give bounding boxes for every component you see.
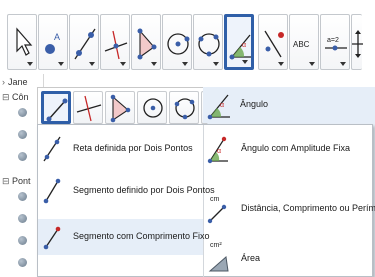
menu-item-label: Segmento com Comprimento Fixo <box>73 231 210 241</box>
point-tool-button[interactable]: A <box>38 14 68 70</box>
perpendicular-icon <box>76 95 102 122</box>
chevron-down-icon <box>309 62 315 66</box>
object-dot-icon[interactable] <box>18 130 27 139</box>
circle-tool-button[interactable] <box>137 91 167 124</box>
text-icon: ABC <box>293 40 310 49</box>
group-points-label: Pont <box>12 176 31 186</box>
line-two-points-icon <box>74 28 96 60</box>
perpendicular-tool-button[interactable] <box>100 14 130 70</box>
slider-tool-button[interactable]: a=2 <box>320 14 350 70</box>
svg-text:α: α <box>217 148 221 155</box>
menu-item-label: Segmento definido por Dois Pontos <box>73 185 215 195</box>
angle-tool-button[interactable]: α <box>224 14 254 70</box>
circle-three-points-icon <box>174 98 195 120</box>
text-tool-button[interactable]: ABC <box>289 14 319 70</box>
menu-item-label: Ângulo com Amplitude Fixa <box>241 143 351 153</box>
svg-text:α: α <box>242 42 246 49</box>
menu-item-angle[interactable]: α Ângulo <box>203 87 375 123</box>
tool-dropdown-menu: Reta definida por Dois Pontos Segmento d… <box>37 124 375 277</box>
tree-toggle-icon[interactable]: ⊟ <box>2 92 10 103</box>
circle-tool-button[interactable] <box>162 14 192 70</box>
line-tool-button[interactable] <box>69 14 99 70</box>
object-dot-icon[interactable] <box>18 192 27 201</box>
move-view-tool-button[interactable] <box>351 14 363 70</box>
point-icon: A <box>45 32 60 54</box>
segment-tool-button[interactable] <box>41 91 71 124</box>
point-letter: A <box>54 32 60 42</box>
circle-three-points-tool-button[interactable] <box>169 91 199 124</box>
angle-fixed-icon: α <box>207 136 228 164</box>
collapse-arrow-icon[interactable]: › <box>2 77 5 87</box>
reflect-tool-button[interactable] <box>258 14 288 70</box>
object-dot-icon[interactable] <box>18 258 27 267</box>
polygon-tool-button[interactable] <box>131 14 161 70</box>
chevron-down-icon <box>120 62 126 66</box>
segment-fixed-length-icon <box>43 226 61 250</box>
menu-item-label: Área <box>241 253 261 263</box>
chevron-down-icon <box>278 62 284 66</box>
sub-toolbar <box>37 87 209 127</box>
chevron-down-icon <box>27 62 33 66</box>
menu-item-label: Reta definida por Dois Pontos <box>73 143 193 153</box>
distance-icon: cm <box>207 196 227 224</box>
segment-two-points-icon <box>43 178 61 204</box>
chevron-down-icon <box>340 62 346 66</box>
angle-icon: α <box>229 34 251 60</box>
group-conics-label: Côn <box>12 92 29 102</box>
menu-item-line-two-points[interactable]: Reta definida por Dois Pontos <box>38 131 203 167</box>
chevron-down-icon <box>182 62 188 66</box>
chevron-down-icon <box>89 62 95 66</box>
main-toolbar: A α ABC a=2 <box>7 14 363 70</box>
angle-icon: α <box>207 94 230 120</box>
area-icon: cm² <box>208 242 229 272</box>
menu-item-segment-fixed-length[interactable]: Segmento com Comprimento Fixo <box>38 219 210 255</box>
object-dot-icon[interactable] <box>18 108 27 117</box>
segment-icon <box>46 98 68 122</box>
geogebra-window: A α ABC a=2 › Jane ⊟ Côn ⊟ Pont α Ângulo… <box>0 0 375 277</box>
line-two-points-icon <box>43 136 61 162</box>
perpendicular-tool-button[interactable] <box>73 91 103 124</box>
area-badge: cm² <box>210 242 222 249</box>
text-tool-label: ABC <box>293 40 310 49</box>
circle-three-points-icon <box>198 33 220 57</box>
object-dot-icon[interactable] <box>18 214 27 223</box>
object-dot-icon[interactable] <box>18 236 27 245</box>
menu-item-area[interactable]: cm² Área <box>204 235 374 272</box>
reflect-icon <box>264 30 284 58</box>
menu-item-segment-two-points[interactable]: Segmento definido por Dois Pontos <box>38 173 215 209</box>
panel-header-label: Jane <box>8 77 28 87</box>
svg-text:α: α <box>220 102 224 109</box>
move-graphics-icon <box>352 30 363 58</box>
chevron-down-icon <box>151 62 157 66</box>
perpendicular-icon <box>104 30 128 60</box>
chevron-down-icon <box>213 62 219 66</box>
menu-item-angle-fixed[interactable]: α Ângulo com Amplitude Fixa <box>204 131 374 167</box>
menu-item-distance[interactable]: cm Distância, Comprimento ou Perímetro <box>204 189 375 225</box>
polygon-icon <box>110 94 131 123</box>
slider-icon: a=2 <box>325 37 347 51</box>
distance-badge: cm <box>210 196 220 203</box>
circle-center-icon <box>167 33 190 55</box>
object-dot-icon[interactable] <box>18 152 27 161</box>
circle-three-points-tool-button[interactable] <box>193 14 223 70</box>
polygon-tool-button[interactable] <box>105 91 135 124</box>
chevron-down-icon <box>58 62 64 66</box>
move-tool-button[interactable] <box>7 14 37 70</box>
polygon-icon <box>137 28 157 60</box>
menu-item-label: Distância, Comprimento ou Perímetro <box>241 203 375 213</box>
circle-icon <box>143 98 163 118</box>
slider-tool-label: a=2 <box>327 37 339 44</box>
menu-item-label: Ângulo <box>240 99 269 109</box>
chevron-down-icon <box>242 60 248 64</box>
tree-toggle-icon[interactable]: ⊟ <box>2 176 10 187</box>
arrow-cursor-icon <box>16 27 33 56</box>
